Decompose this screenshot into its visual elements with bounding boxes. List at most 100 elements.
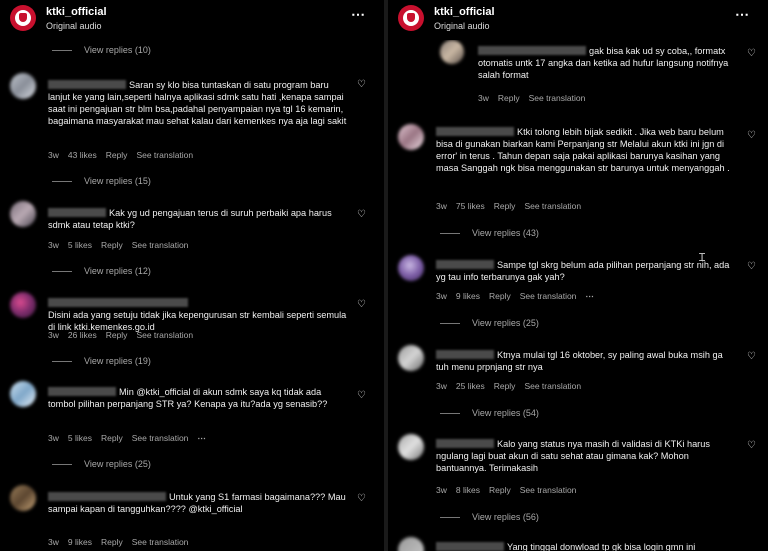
original-audio-link[interactable]: Original audio (434, 21, 490, 31)
like-heart-icon[interactable]: ♡ (747, 130, 756, 141)
view-replies-button[interactable]: View replies (10) (52, 45, 151, 55)
reply-button[interactable]: Reply (101, 537, 123, 547)
comment-meta: 3w 8 likes Reply See translation (436, 485, 585, 495)
view-replies-button[interactable]: View replies (43) (440, 228, 539, 238)
divider-line (440, 413, 460, 415)
reply-button[interactable]: Reply (101, 433, 123, 443)
username[interactable] (478, 46, 586, 55)
username[interactable] (436, 127, 514, 136)
like-heart-icon[interactable]: ♡ (357, 390, 366, 401)
avatar[interactable] (10, 292, 36, 318)
view-replies-button[interactable]: View replies (15) (52, 176, 151, 186)
like-heart-icon[interactable]: ♡ (747, 48, 756, 59)
likes-count[interactable]: 9 likes (456, 291, 480, 301)
likes-count[interactable]: 26 likes (68, 330, 97, 340)
left-panel: View replies (10) Saran sy klo bisa tunt… (0, 0, 384, 551)
see-translation-button[interactable]: See translation (132, 240, 189, 250)
likes-count[interactable]: 8 likes (456, 485, 480, 495)
more-options-icon[interactable]: ⋯ (351, 6, 366, 23)
more-options-icon[interactable]: ⋯ (585, 291, 595, 301)
comment-text: Yang tinggal donwload tp gk bisa login g… (436, 541, 736, 551)
username[interactable] (48, 298, 188, 307)
reply-button[interactable]: Reply (498, 93, 520, 103)
reply-button[interactable]: Reply (106, 150, 128, 160)
comment-meta: 3w 5 likes Reply See translation ⋯ (48, 433, 216, 444)
comment-meta: 3w 9 likes Reply See translation ⋯ (436, 291, 604, 302)
see-translation-button[interactable]: See translation (529, 93, 586, 103)
see-translation-button[interactable]: See translation (136, 150, 193, 160)
avatar[interactable] (10, 381, 36, 407)
see-translation-button[interactable]: See translation (520, 485, 577, 495)
original-audio-link[interactable]: Original audio (46, 21, 102, 31)
avatar[interactable] (398, 124, 424, 150)
like-heart-icon[interactable]: ♡ (357, 299, 366, 310)
see-translation-button[interactable]: See translation (524, 201, 581, 211)
reply-button[interactable]: Reply (489, 485, 511, 495)
divider-line (440, 233, 460, 235)
username[interactable] (436, 350, 494, 359)
likes-count[interactable]: 5 likes (68, 433, 92, 443)
likes-count[interactable]: 5 likes (68, 240, 92, 250)
reply-button[interactable]: Reply (106, 330, 128, 340)
reply-button[interactable]: Reply (101, 240, 123, 250)
avatar[interactable] (398, 434, 424, 460)
like-heart-icon[interactable]: ♡ (747, 440, 756, 451)
divider-line (52, 361, 72, 363)
see-translation-button[interactable]: See translation (132, 537, 189, 547)
avatar[interactable] (398, 345, 424, 371)
view-replies-button[interactable]: View replies (19) (52, 356, 151, 366)
username[interactable] (48, 80, 126, 89)
comment-text: Untuk yang S1 farmasi bagaimana??? Mau s… (48, 492, 346, 514)
view-replies-button[interactable]: View replies (56) (440, 512, 539, 522)
avatar[interactable] (440, 40, 464, 64)
username[interactable] (48, 387, 116, 396)
username[interactable] (436, 542, 504, 551)
reply-button[interactable]: Reply (489, 291, 511, 301)
avatar[interactable] (10, 73, 36, 99)
timestamp: 3w (436, 381, 447, 391)
username[interactable] (48, 492, 166, 501)
comment-text: Ktki tolong lebih bijak sedikit . Jika w… (436, 127, 730, 173)
timestamp: 3w (48, 433, 59, 443)
avatar[interactable] (398, 537, 424, 551)
more-options-icon[interactable]: ⋯ (197, 433, 207, 443)
see-translation-button[interactable]: See translation (524, 381, 581, 391)
account-name[interactable]: ktki_official (434, 6, 495, 18)
view-replies-button[interactable]: View replies (54) (440, 408, 539, 418)
like-heart-icon[interactable]: ♡ (357, 209, 366, 220)
likes-count[interactable]: 9 likes (68, 537, 92, 547)
username[interactable] (436, 260, 494, 269)
likes-count[interactable]: 75 likes (456, 201, 485, 211)
divider-line (52, 464, 72, 466)
ktki-logo-avatar[interactable] (398, 5, 424, 31)
like-heart-icon[interactable]: ♡ (747, 351, 756, 362)
likes-count[interactable]: 43 likes (68, 150, 97, 160)
more-options-icon[interactable]: ⋯ (735, 6, 750, 23)
timestamp: 3w (436, 291, 447, 301)
username[interactable] (436, 439, 494, 448)
divider-line (440, 517, 460, 519)
avatar[interactable] (398, 255, 424, 281)
text-cursor-icon: Ɪ (699, 252, 706, 264)
see-translation-button[interactable]: See translation (520, 291, 577, 301)
comment-meta: 3w 43 likes Reply See translation (48, 150, 202, 160)
avatar[interactable] (10, 485, 36, 511)
like-heart-icon[interactable]: ♡ (747, 261, 756, 272)
see-translation-button[interactable]: See translation (136, 330, 193, 340)
like-heart-icon[interactable]: ♡ (357, 79, 366, 90)
account-name[interactable]: ktki_official (46, 6, 107, 18)
avatar[interactable] (10, 201, 36, 227)
likes-count[interactable]: 25 likes (456, 381, 485, 391)
timestamp: 3w (48, 537, 59, 547)
see-translation-button[interactable]: See translation (132, 433, 189, 443)
username[interactable] (48, 208, 106, 217)
ktki-logo-avatar[interactable] (10, 5, 36, 31)
reply-button[interactable]: Reply (494, 201, 516, 211)
comment-meta: 3w 9 likes Reply See translation (48, 537, 197, 547)
reply-button[interactable]: Reply (494, 381, 516, 391)
view-replies-button[interactable]: View replies (25) (52, 459, 151, 469)
view-replies-button[interactable]: View replies (25) (440, 318, 539, 328)
divider-line (440, 323, 460, 325)
view-replies-button[interactable]: View replies (12) (52, 266, 151, 276)
like-heart-icon[interactable]: ♡ (357, 493, 366, 504)
